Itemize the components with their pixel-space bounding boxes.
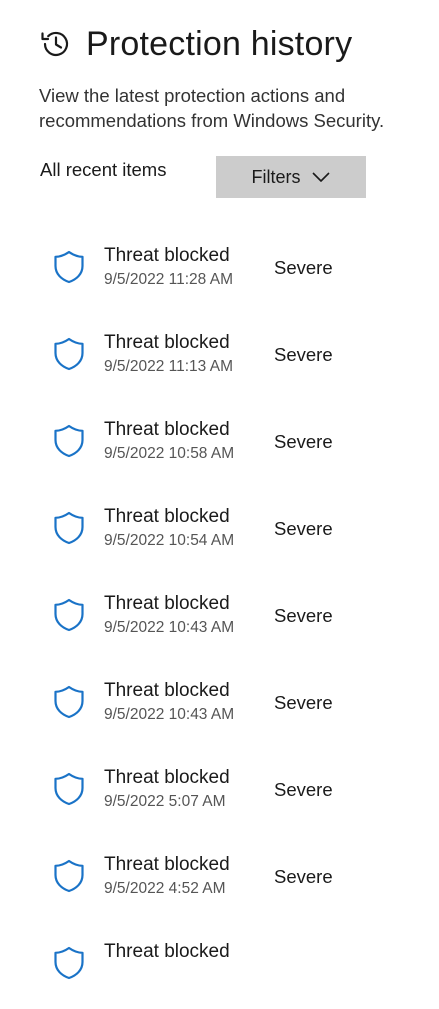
shield-icon (53, 772, 85, 806)
chevron-down-icon (311, 171, 331, 183)
history-item-title: Threat blocked (104, 854, 230, 875)
history-item[interactable]: Threat blocked 9/5/2022 10:43 AM Severe (0, 661, 439, 748)
history-item-severity: Severe (274, 257, 333, 278)
history-item-timestamp: 9/5/2022 10:43 AM (104, 619, 235, 636)
history-item-title: Threat blocked (104, 332, 230, 353)
history-item[interactable]: Threat blocked (0, 922, 439, 1009)
history-item[interactable]: Threat blocked 9/5/2022 4:52 AM Severe (0, 835, 439, 922)
history-item-severity: Severe (274, 518, 333, 539)
shield-icon (53, 859, 85, 893)
shield-icon (53, 598, 85, 632)
history-item-timestamp: 9/5/2022 4:52 AM (104, 880, 226, 897)
protection-history-list: Threat blocked 9/5/2022 11:28 AM Severe Thr… (0, 226, 439, 1009)
history-item-severity: Severe (274, 344, 333, 365)
history-item-severity: Severe (274, 866, 333, 887)
shield-icon (53, 337, 85, 371)
history-item[interactable]: Threat blocked 9/5/2022 11:28 AM Severe (0, 226, 439, 313)
history-item-timestamp: 9/5/2022 5:07 AM (104, 793, 226, 810)
history-item[interactable]: Threat blocked 9/5/2022 10:58 AM Severe (0, 400, 439, 487)
history-icon (38, 26, 74, 62)
shield-icon (53, 424, 85, 458)
filters-button[interactable]: Filters (216, 156, 366, 198)
history-item-title: Threat blocked (104, 245, 230, 266)
history-item-severity: Severe (274, 692, 333, 713)
history-item-timestamp: 9/5/2022 10:43 AM (104, 706, 235, 723)
history-item-title: Threat blocked (104, 419, 230, 440)
history-item-timestamp: 9/5/2022 10:58 AM (104, 445, 235, 462)
filters-label: Filters (251, 166, 301, 187)
history-item-timestamp: 9/5/2022 11:13 AM (104, 358, 233, 375)
history-item-title: Threat blocked (104, 767, 230, 788)
history-item[interactable]: Threat blocked 9/5/2022 5:07 AM Severe (0, 748, 439, 835)
shield-icon (53, 250, 85, 284)
history-item-title: Threat blocked (104, 680, 230, 701)
page-title: Protection history (86, 25, 353, 63)
history-item[interactable]: Threat blocked 9/5/2022 10:54 AM Severe (0, 487, 439, 574)
history-item-title: Threat blocked (104, 593, 230, 614)
history-item-severity: Severe (274, 779, 333, 800)
history-item-title: Threat blocked (104, 941, 230, 962)
history-item-timestamp: 9/5/2022 11:28 AM (104, 271, 233, 288)
history-item-severity: Severe (274, 605, 333, 626)
history-item-timestamp: 9/5/2022 10:54 AM (104, 532, 235, 549)
history-item-severity: Severe (274, 431, 333, 452)
page-header: Protection history (38, 22, 352, 66)
shield-icon (53, 946, 85, 980)
shield-icon (53, 511, 85, 545)
page-description: View the latest protection actions and r… (39, 85, 385, 131)
history-item-title: Threat blocked (104, 506, 230, 527)
shield-icon (53, 685, 85, 719)
recent-items-label: All recent items (40, 159, 167, 180)
history-item[interactable]: Threat blocked 9/5/2022 10:43 AM Severe (0, 574, 439, 661)
history-item[interactable]: Threat blocked 9/5/2022 11:13 AM Severe (0, 313, 439, 400)
